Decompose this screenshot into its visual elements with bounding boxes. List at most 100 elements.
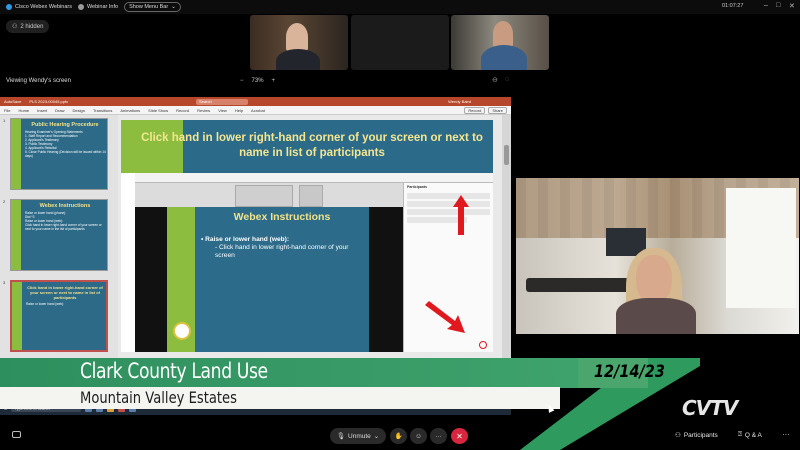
embedded-slide-title: Webex Instructions: [233, 211, 331, 223]
embedded-slide-body: [195, 207, 369, 352]
more-icon: ···: [435, 432, 442, 440]
leave-button[interactable]: ✕: [451, 428, 468, 444]
ribbon-tab-design: Design: [72, 107, 85, 113]
ribbon-tab-slideshow: Slide Show: [148, 107, 169, 113]
panel-row: [407, 209, 490, 215]
participant-face: [493, 21, 513, 47]
maximize-icon[interactable]: □: [776, 2, 780, 9]
chevron-down-icon: ⌄: [171, 4, 176, 10]
zoom-controls: − 73% +: [240, 78, 275, 84]
presenter-video[interactable]: [516, 178, 799, 334]
thumb-accent-strip: [12, 282, 22, 350]
slide-thumbnail-3: Click hand in lower right-hand corner of…: [10, 280, 108, 352]
unmute-label: Unmute: [348, 432, 371, 440]
cvtv-logo: CVTV: [682, 396, 738, 420]
red-up-arrow-icon: [453, 195, 469, 235]
participant-video-3[interactable]: [451, 15, 549, 70]
participant-video-2[interactable]: [351, 15, 449, 70]
raise-hand-highlight-icon: [479, 341, 487, 349]
hidden-participants-chip[interactable]: ⚇ 2 hidden: [6, 20, 50, 33]
embedded-panel-title: Participants: [407, 185, 428, 189]
embedded-slide: Webex Instructions • Raise or lower hand…: [135, 207, 403, 352]
ppt-user: Wendy Baird: [448, 99, 471, 104]
ribbon-tab-record: Record: [176, 107, 190, 113]
powerpoint-titlebar: AutoSave PLS 2023-00045.pptx Search Wend…: [0, 97, 511, 106]
ppt-share-button: Share: [488, 106, 507, 114]
reactions-button[interactable]: ☺: [410, 428, 427, 444]
red-diagonal-arrow-icon: [425, 301, 465, 333]
ppt-record-button: Record: [464, 106, 486, 114]
participant-body: [276, 49, 320, 70]
main-slide: Click hand in lower right-hand corner of…: [121, 120, 493, 352]
powerpoint-ribbon: File Home Insert Draw Design Transitions…: [0, 106, 511, 115]
ribbon-tab-help: Help: [234, 107, 244, 113]
zoom-out-button[interactable]: −: [240, 78, 244, 84]
panel-row: [407, 193, 490, 199]
bullet-sub: Click hand in lower right-hand corner of…: [215, 244, 349, 259]
slide-number: 2: [3, 199, 6, 204]
participants-button[interactable]: ⚇ Participants: [675, 431, 718, 440]
qa-label: Q & A: [744, 431, 762, 439]
more-panels-button[interactable]: ···: [782, 430, 790, 439]
minimize-icon[interactable]: –: [764, 2, 768, 9]
qa-icon: ⍰: [738, 431, 742, 438]
qa-button[interactable]: ⍰ Q & A: [738, 431, 762, 439]
unmute-button[interactable]: 🎙 Unmute ⌄: [330, 428, 386, 444]
info-icon: [77, 4, 84, 10]
people-icon: ⚇: [12, 24, 18, 30]
slide-number: 1: [3, 118, 6, 123]
thumb-accent-strip: [11, 200, 21, 270]
panel-row: [407, 201, 490, 207]
ribbon-tab-home: Home: [18, 107, 30, 113]
slide-thumbnail-2: Webex Instructions Raise or lower hand (…: [10, 199, 108, 271]
presenter-face: [636, 255, 672, 303]
annotate-icon[interactable]: ⊖: [492, 76, 498, 84]
participant-video-1[interactable]: [250, 15, 348, 70]
ribbon-tab-animations: Animations: [120, 107, 141, 113]
show-menu-bar-button[interactable]: Show Menu Bar ⌄: [124, 2, 181, 12]
ppt-search: Search: [196, 98, 249, 105]
file-title: PLS 2023-00045.pptx: [29, 99, 69, 104]
thumb-accent-strip: [11, 119, 21, 189]
webinar-info-button[interactable]: Webinar Info: [77, 4, 119, 10]
slide-title: Click hand in lower right-hand corner of…: [141, 132, 483, 159]
share-settings-icon[interactable]: ◌: [505, 76, 509, 83]
hand-raise-button[interactable]: ✋: [390, 428, 407, 444]
ppt-search-text: Search: [199, 98, 212, 104]
slide-number: 3: [3, 280, 6, 285]
embedded-menu-bar: [135, 173, 493, 183]
top-bar: Cisco Webex Webinars Webinar Info Show M…: [0, 0, 800, 14]
meeting-clock: 01:07:27: [722, 3, 744, 9]
captions-icon[interactable]: [12, 431, 21, 438]
app-title: Cisco Webex Webinars: [6, 4, 72, 10]
participants-icon: ⚇: [675, 432, 681, 439]
bullet-main: Raise or lower hand (web):: [205, 236, 290, 243]
thumb-line: 5. Close Public Hearing (Decision will b…: [25, 150, 106, 158]
microphone-muted-icon: 🎙: [336, 433, 346, 440]
participants-label: Participants: [683, 431, 718, 439]
embedded-bullets: • Raise or lower hand (web): - Click han…: [201, 236, 349, 259]
shared-screen: AutoSave PLS 2023-00045.pptx Search Wend…: [0, 97, 511, 400]
viewing-label: Viewing Wendy's screen: [6, 78, 71, 84]
close-icon[interactable]: ✕: [789, 2, 795, 10]
embedded-video-tile: [299, 185, 323, 207]
slide-header: Click hand in lower right-hand corner of…: [121, 120, 493, 173]
ribbon-tab-draw: Draw: [55, 107, 65, 113]
webinar-info-label: Webinar Info: [86, 4, 119, 10]
autosave-label: AutoSave: [4, 99, 22, 104]
embedded-screenshot: Webex Instructions • Raise or lower hand…: [135, 173, 493, 352]
scroll-knob: [504, 145, 509, 165]
smile-icon: ☺: [415, 432, 422, 440]
background-window: [726, 188, 796, 308]
more-options-button[interactable]: ···: [430, 428, 447, 444]
hidden-count: 2 hidden: [20, 23, 44, 30]
hand-icon: ✋: [394, 433, 403, 440]
thumb-line: Raise or lower hand (web):: [26, 302, 65, 306]
thumb-title: Public Hearing Procedure: [31, 122, 99, 128]
app-name: Cisco Webex Webinars: [15, 4, 72, 10]
thumb-title: Click hand in lower right-hand corner of…: [27, 285, 103, 300]
participant-face: [286, 23, 308, 51]
county-seal-icon: [173, 322, 191, 340]
ribbon-tab-file: File: [4, 107, 11, 113]
zoom-in-button[interactable]: +: [272, 78, 276, 84]
